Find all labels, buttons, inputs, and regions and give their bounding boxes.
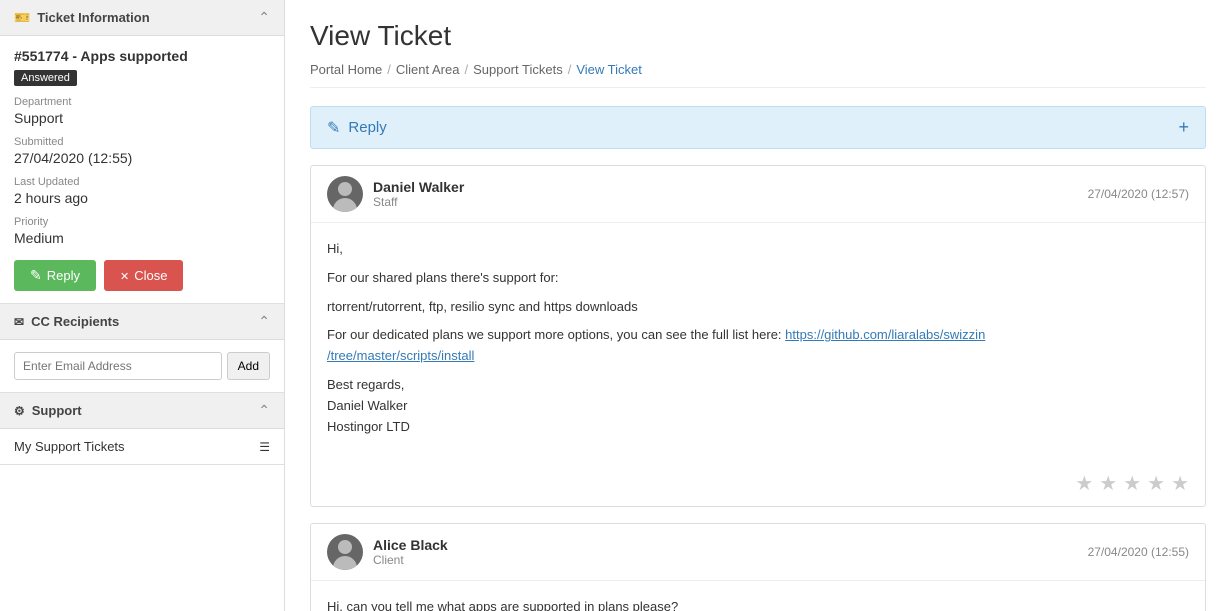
reply-bar[interactable]: ✎ Reply + (310, 106, 1206, 149)
reply-bar-plus-icon: + (1178, 117, 1189, 138)
breadcrumb: Portal Home / Client Area / Support Tick… (310, 62, 1206, 88)
star-1[interactable]: ★ (1075, 471, 1093, 496)
priority-row: Priority Medium (14, 216, 270, 246)
my-tickets-item[interactable]: My Support Tickets (0, 429, 284, 464)
message-footer-1: ★ ★ ★ ★ ★ (311, 461, 1205, 506)
ticket-info-section: Ticket Information ⌃ #551774 - Apps supp… (0, 0, 284, 304)
reply-bar-pencil-icon: ✎ (327, 118, 340, 138)
star-5[interactable]: ★ (1171, 471, 1189, 496)
message-card-1: Daniel Walker Staff 27/04/2020 (12:57) H… (310, 165, 1206, 507)
support-header: Support ⌃ (0, 393, 284, 429)
author-name-1: Daniel Walker (373, 179, 464, 195)
priority-value: Medium (14, 230, 270, 246)
last-updated-label: Last Updated (14, 176, 270, 188)
cc-section: CC Recipients ⌃ Add (0, 304, 284, 393)
submitted-value: 27/04/2020 (12:55) (14, 150, 270, 166)
breadcrumb-portal-home[interactable]: Portal Home (310, 62, 382, 77)
list-icon (259, 439, 270, 454)
ticket-info-label: Ticket Information (37, 10, 149, 25)
priority-label: Priority (14, 216, 270, 228)
support-chevron[interactable]: ⌃ (258, 402, 270, 419)
reply-bar-label: Reply (348, 119, 386, 136)
ticket-info-body: #551774 - Apps supported Answered Depart… (0, 36, 284, 303)
ticket-number: #551774 - Apps supported (14, 48, 270, 64)
cc-header: CC Recipients ⌃ (0, 304, 284, 340)
support-label: Support (32, 403, 82, 418)
submitted-label: Submitted (14, 136, 270, 148)
department-row: Department Support (14, 96, 270, 126)
support-icon (14, 403, 25, 418)
message-header-1: Daniel Walker Staff 27/04/2020 (12:57) (311, 166, 1205, 223)
ticket-status-badge: Answered (14, 70, 77, 86)
author-role-2: Client (373, 553, 448, 567)
last-updated-value: 2 hours ago (14, 190, 270, 206)
department-label: Department (14, 96, 270, 108)
message-header-2: Alice Black Client 27/04/2020 (12:55) (311, 524, 1205, 581)
avatar-daniel (327, 176, 363, 212)
page-title: View Ticket (310, 20, 1206, 52)
action-buttons: Reply Close (14, 260, 270, 291)
star-3[interactable]: ★ (1123, 471, 1141, 496)
breadcrumb-client-area[interactable]: Client Area (396, 62, 460, 77)
star-4[interactable]: ★ (1147, 471, 1165, 496)
breadcrumb-current: View Ticket (576, 62, 642, 77)
reply-button[interactable]: Reply (14, 260, 96, 291)
author-role-1: Staff (373, 195, 464, 209)
message-body-2: Hi, can you tell me what apps are suppor… (311, 581, 1205, 611)
cc-icon (14, 314, 24, 329)
star-2[interactable]: ★ (1099, 471, 1117, 496)
main-content: View Ticket Portal Home / Client Area / … (285, 0, 1231, 611)
cc-chevron[interactable]: ⌃ (258, 313, 270, 330)
submitted-row: Submitted 27/04/2020 (12:55) (14, 136, 270, 166)
message-card-2: Alice Black Client 27/04/2020 (12:55) Hi… (310, 523, 1206, 611)
avatar-alice (327, 534, 363, 570)
message-body-1: Hi, For our shared plans there's support… (311, 223, 1205, 461)
author-name-2: Alice Black (373, 537, 448, 553)
pencil-icon (30, 267, 42, 284)
support-section: Support ⌃ My Support Tickets (0, 393, 284, 465)
sidebar: Ticket Information ⌃ #551774 - Apps supp… (0, 0, 285, 611)
cc-label: CC Recipients (31, 314, 119, 329)
last-updated-row: Last Updated 2 hours ago (14, 176, 270, 206)
ticket-info-chevron[interactable]: ⌃ (258, 9, 270, 26)
x-icon (120, 268, 129, 283)
close-button[interactable]: Close (104, 260, 183, 291)
ticket-info-header: Ticket Information ⌃ (0, 0, 284, 36)
my-tickets-label: My Support Tickets (14, 439, 125, 454)
add-email-button[interactable]: Add (227, 352, 270, 380)
timestamp-2: 27/04/2020 (12:55) (1088, 545, 1189, 559)
timestamp-1: 27/04/2020 (12:57) (1088, 187, 1189, 201)
breadcrumb-support-tickets[interactable]: Support Tickets (473, 62, 563, 77)
ticket-icon (14, 10, 30, 26)
email-input-row: Add (14, 352, 270, 380)
email-input[interactable] (14, 352, 222, 380)
github-link[interactable]: https://github.com/liaralabs/swizzin/tre… (327, 327, 985, 363)
department-value: Support (14, 110, 270, 126)
cc-body: Add (0, 340, 284, 392)
